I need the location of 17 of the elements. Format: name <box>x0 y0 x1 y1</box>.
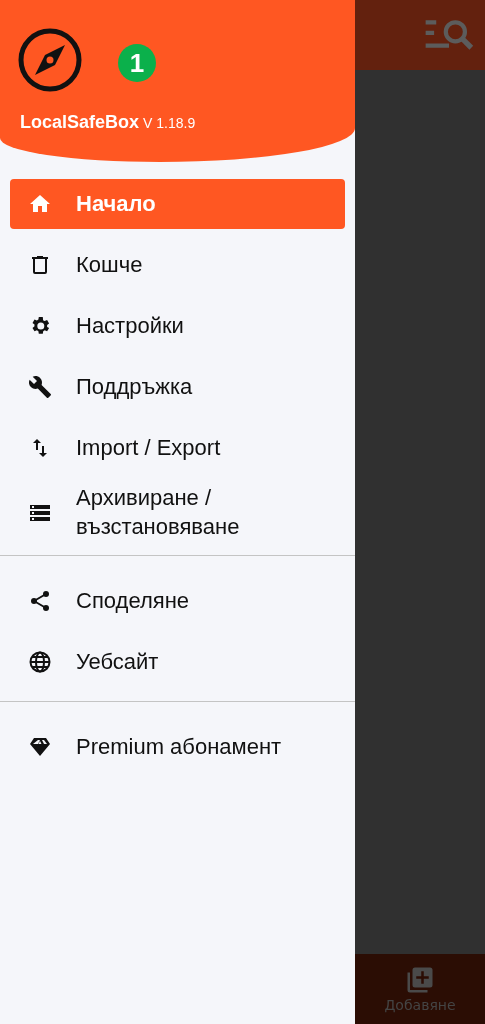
count-badge: 1 <box>118 44 156 82</box>
menu-item[interactable]: Настройки <box>10 301 345 351</box>
menu-item[interactable]: Import / Export <box>10 423 345 473</box>
menu-item[interactable]: Поддръжка <box>10 362 345 412</box>
menu-item[interactable]: Споделяне <box>10 576 345 627</box>
wrench-icon <box>28 375 52 399</box>
app-name: LocalSafeBox <box>20 112 140 133</box>
menu-item[interactable]: Архивиране / възстановяване <box>10 484 345 542</box>
menu-item[interactable]: Кошче <box>10 240 345 290</box>
menu-item[interactable]: Premium абонамент <box>10 722 345 773</box>
compass-icon <box>18 28 82 92</box>
globe-icon <box>28 650 52 675</box>
version-text: V 1.18.9 <box>143 115 196 131</box>
menu-item[interactable]: Уебсайт <box>10 637 345 688</box>
add-icon <box>405 965 435 995</box>
share-icon <box>28 589 52 614</box>
search-list-icon[interactable] <box>423 18 475 52</box>
